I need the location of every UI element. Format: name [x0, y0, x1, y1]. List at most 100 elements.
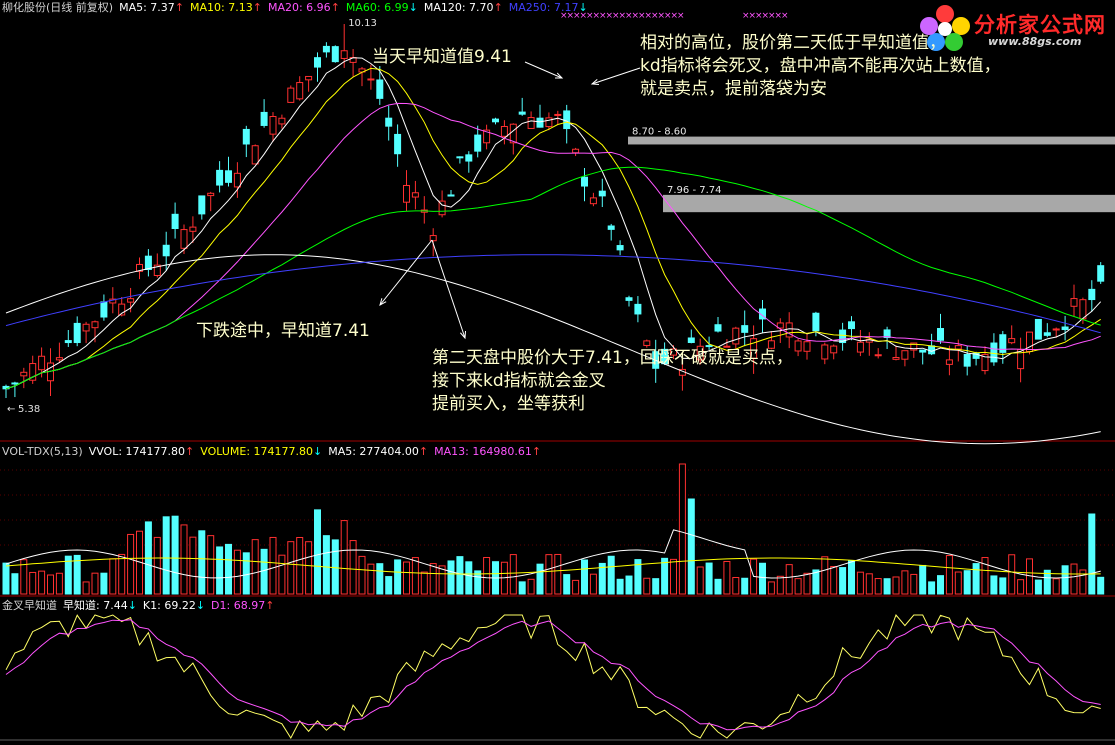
volume-bar [999, 577, 1007, 595]
volume-bar [483, 557, 491, 595]
volume-bar [954, 571, 962, 595]
signal-marker: × [781, 11, 789, 21]
volume-bar [821, 556, 829, 595]
ma-legend-item: MA20: 6.96↑ [268, 1, 340, 14]
candle-body [394, 133, 402, 155]
candle-body [598, 190, 606, 197]
candle-body [945, 359, 953, 365]
candle-body [545, 117, 553, 128]
volume-bar [990, 575, 998, 595]
candle-body [901, 350, 909, 360]
candle-body [1097, 265, 1105, 282]
annotation-line: kd指标将会死叉，盘中冲高不能再次站上数值， [640, 56, 1001, 76]
volume-bar [296, 537, 304, 595]
candle-body [331, 46, 339, 63]
annotation-arrow [431, 239, 466, 339]
candle-body [794, 340, 802, 352]
volume-bar [972, 563, 980, 595]
volume-bar [848, 560, 855, 595]
candle-body [714, 324, 722, 332]
volume-bar [919, 564, 927, 595]
volume-bar [456, 556, 464, 595]
volume-bar [180, 524, 188, 595]
candle-body [1034, 318, 1042, 340]
volume-bar [82, 581, 90, 595]
volume-bar [2, 562, 10, 595]
volume-bar [883, 578, 891, 595]
annotation-arrow [524, 61, 563, 79]
volume-bar [536, 563, 544, 595]
low-price-label: 5.38 [18, 404, 40, 415]
volume-bar [29, 571, 37, 595]
annotation-high-value: 当天早知道值9.41 [372, 46, 512, 69]
ma-legend-trend-arrow: ↑ [330, 1, 340, 14]
high-price-label: 10.13 [348, 18, 377, 29]
candle-body [305, 75, 313, 81]
volume-bar [100, 572, 108, 595]
volume-bar [830, 565, 838, 595]
ma-legend-item: MA5: 7.37↑ [119, 1, 184, 14]
volume-bar [269, 536, 277, 595]
volume-bar [367, 563, 375, 595]
volume-indicator-title: VOL-TDX(5,13) [2, 445, 83, 458]
annotation-sell-point: 相对的高位，股价第二天低于早知道值， kd指标将会死叉，盘中冲高不能再次站上数值… [640, 32, 1001, 101]
volume-bar [865, 573, 873, 595]
volume-bar [109, 558, 117, 595]
candle-body [856, 341, 864, 353]
candle-body [403, 184, 410, 203]
volume-bar [1088, 513, 1096, 595]
low-price-arrow: ← [7, 404, 15, 415]
volume-bar [670, 558, 677, 595]
annotation-line: 第二天盘中股价大于7.41，回踩不破就是买点， [432, 348, 793, 368]
candle-body [1043, 332, 1051, 336]
annotation-line: 提前买入，坐等获利 [432, 394, 585, 414]
candle-body [1008, 338, 1016, 344]
volume-bar [928, 581, 936, 595]
volume-bar [572, 579, 580, 595]
candle-body [367, 78, 375, 81]
volume-bar [162, 516, 170, 595]
candle-body [643, 340, 651, 346]
annotation-arrow [591, 67, 641, 85]
candle-body [385, 117, 393, 127]
annotation-line: 就是卖点，提前落袋为安 [640, 79, 827, 99]
annotation-low-value: 下跌途中，早知道7.41 [196, 320, 370, 343]
candle-body [803, 341, 811, 352]
volume-bar [278, 554, 286, 595]
volume-bar [305, 541, 313, 595]
volume-bar [394, 559, 402, 595]
main-panel-header: 柳化股份(日线 前复权) MA5: 7.37↑ MA10: 7.13↑ MA20: 6… [2, 1, 600, 14]
volume-bar [687, 498, 695, 595]
candle-body [919, 349, 927, 353]
candle-body [20, 371, 28, 377]
candle-body [198, 195, 206, 215]
annotation-buy-point: 第二天盘中股价大于7.41，回踩不破就是买点， 接下来kd指标就会金叉 提前买入… [432, 347, 793, 416]
price-zone-label: 8.70 - 8.60 [632, 127, 687, 138]
volume-bar [322, 535, 330, 595]
candle-body [376, 79, 384, 99]
volume-bar [527, 578, 535, 595]
annotation-line: 接下来kd指标就会金叉 [432, 371, 606, 391]
candle-body [91, 321, 99, 329]
volume-bar [794, 578, 802, 595]
volume-bar [643, 577, 651, 595]
candle-body [144, 255, 152, 271]
volume-bar [216, 546, 224, 595]
ma-legend-trend-arrow: ↑ [493, 1, 503, 14]
volume-bar [260, 548, 268, 595]
candle-body [937, 328, 944, 341]
volume-bar [1034, 579, 1042, 595]
vol-legend-value: MA13: 164980.61 [434, 445, 532, 458]
volume-bar [652, 578, 660, 595]
candle-body [340, 50, 348, 59]
kd-indicator-title: 金叉早知道 [2, 599, 57, 612]
candle-body [82, 323, 90, 332]
volume-bar [661, 557, 669, 595]
volume-bar [759, 562, 766, 595]
volume-bar [233, 549, 241, 595]
candle-body [1088, 288, 1096, 301]
volume-bar [741, 577, 749, 595]
vol-legend-item: MA13: 164980.61↑ [434, 445, 541, 458]
candle-body [162, 244, 170, 257]
volume-bar [314, 509, 321, 595]
